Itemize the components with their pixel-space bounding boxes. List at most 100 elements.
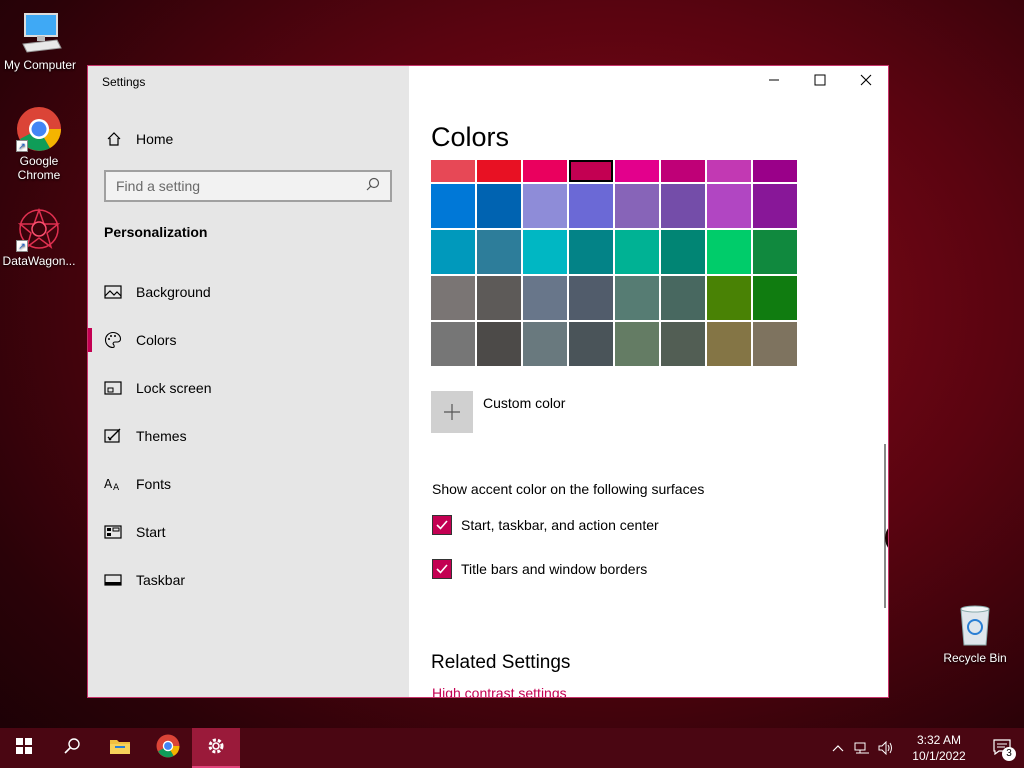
color-swatch[interactable] (753, 160, 797, 182)
svg-text:A: A (113, 483, 120, 492)
checkbox-checked-icon (432, 559, 452, 579)
color-swatch[interactable] (615, 322, 659, 366)
settings-sidebar: Settings Home Find a setting Personaliza… (88, 66, 409, 697)
settings-content: Colors Custom color Show accent color on… (409, 66, 888, 697)
color-swatch[interactable] (523, 184, 567, 228)
palette-icon (104, 331, 122, 349)
color-swatch[interactable] (569, 184, 613, 228)
color-swatch[interactable] (569, 160, 613, 182)
custom-color-button[interactable]: Custom color (431, 391, 565, 433)
shortcut-arrow-icon: ↗ (16, 240, 28, 252)
desktop-icon-label: DataWagon... (2, 254, 76, 268)
taskbar-file-explorer[interactable] (96, 728, 144, 768)
sidebar-item-lock-screen[interactable]: Lock screen (88, 364, 409, 412)
color-swatch[interactable] (523, 160, 567, 182)
taskbar-clock[interactable]: 3:32 AM 10/1/2022 (904, 732, 974, 764)
svg-text:A: A (104, 477, 113, 491)
volume-icon[interactable] (874, 741, 898, 755)
high-contrast-link[interactable]: High contrast settings (432, 685, 567, 697)
maximize-button[interactable] (797, 66, 843, 98)
desktop-icon-my-computer[interactable]: My Computer (0, 10, 80, 72)
file-explorer-icon (109, 737, 131, 760)
lock-screen-icon (104, 379, 122, 397)
color-swatch[interactable] (753, 276, 797, 320)
sidebar-item-label: Themes (136, 428, 187, 444)
network-icon[interactable] (850, 741, 874, 755)
color-swatch[interactable] (707, 184, 751, 228)
color-swatch[interactable] (615, 276, 659, 320)
color-swatch[interactable] (707, 276, 751, 320)
sidebar-item-background[interactable]: Background (88, 268, 409, 316)
checkbox-checked-icon (432, 515, 452, 535)
color-swatch[interactable] (661, 322, 705, 366)
color-swatch[interactable] (431, 184, 475, 228)
color-swatch[interactable] (431, 322, 475, 366)
sidebar-item-label: Colors (136, 332, 177, 348)
search-input[interactable]: Find a setting (104, 170, 392, 202)
search-icon (366, 177, 380, 196)
color-swatch[interactable] (523, 322, 567, 366)
close-button[interactable] (843, 66, 888, 98)
color-swatch[interactable] (431, 276, 475, 320)
sidebar-item-start[interactable]: Start (88, 508, 409, 556)
color-swatch[interactable] (661, 230, 705, 274)
search-placeholder: Find a setting (116, 178, 201, 194)
color-swatch[interactable] (477, 230, 521, 274)
action-center-button[interactable]: 3 (980, 728, 1024, 768)
taskbar-search-button[interactable] (48, 728, 96, 768)
sidebar-home[interactable]: Home (104, 128, 173, 150)
color-swatch[interactable] (569, 322, 613, 366)
checkbox-title-bars[interactable]: Title bars and window borders (432, 559, 647, 579)
surfaces-heading: Show accent color on the following surfa… (432, 481, 705, 497)
desktop-icon-recycle-bin[interactable]: Recycle Bin (940, 603, 1010, 665)
system-tray: 3:32 AM 10/1/2022 3 (826, 728, 1024, 768)
settings-window: Settings Home Find a setting Personaliza… (87, 65, 889, 698)
color-swatch[interactable] (615, 160, 659, 182)
desktop-icon-datawagon[interactable]: ↗ DataWagon... (0, 206, 79, 268)
color-swatch[interactable] (523, 276, 567, 320)
taskbar-settings[interactable] (192, 728, 240, 768)
sidebar-item-taskbar[interactable]: Taskbar (88, 556, 409, 604)
color-swatch[interactable] (569, 276, 613, 320)
taskbar-icon (104, 571, 122, 589)
color-swatch[interactable] (615, 230, 659, 274)
notification-count-badge: 3 (1002, 747, 1016, 761)
color-swatch[interactable] (661, 184, 705, 228)
color-swatch[interactable] (753, 230, 797, 274)
color-swatch[interactable] (753, 184, 797, 228)
desktop-icon-google-chrome[interactable]: ↗ Google Chrome (0, 106, 79, 182)
color-swatch[interactable] (523, 230, 567, 274)
sidebar-item-label: Background (136, 284, 211, 300)
color-swatch[interactable] (477, 160, 521, 182)
minimize-button[interactable] (751, 66, 797, 98)
windows-start-icon (16, 737, 32, 759)
color-swatch[interactable] (707, 322, 751, 366)
sidebar-item-fonts[interactable]: AA Fonts (88, 460, 409, 508)
color-swatch[interactable] (615, 184, 659, 228)
color-swatch-grid (431, 160, 801, 366)
sidebar-item-colors[interactable]: Colors (88, 316, 409, 364)
sidebar-item-label: Lock screen (136, 380, 212, 396)
shortcut-arrow-icon: ↗ (16, 140, 28, 152)
sidebar-item-themes[interactable]: Themes (88, 412, 409, 460)
taskbar-chrome[interactable] (144, 728, 192, 768)
color-swatch[interactable] (661, 160, 705, 182)
checkbox-start-taskbar[interactable]: Start, taskbar, and action center (432, 515, 659, 535)
color-swatch[interactable] (431, 160, 475, 182)
clock-time: 3:32 AM (916, 733, 962, 747)
start-button[interactable] (0, 728, 48, 768)
color-swatch[interactable] (707, 230, 751, 274)
sidebar-nav: Background Colors Lock screen Themes A A… (88, 268, 409, 604)
chevron-up-icon[interactable] (826, 744, 850, 752)
color-swatch[interactable] (477, 276, 521, 320)
color-swatch[interactable] (477, 322, 521, 366)
color-swatch[interactable] (477, 184, 521, 228)
datawagon-logo-icon: ↗ (16, 206, 62, 252)
color-swatch[interactable] (661, 276, 705, 320)
color-swatch[interactable] (569, 230, 613, 274)
color-swatch[interactable] (707, 160, 751, 182)
settings-gear-icon (206, 736, 226, 761)
color-swatch[interactable] (431, 230, 475, 274)
color-swatch[interactable] (753, 322, 797, 366)
scrollbar[interactable] (884, 444, 886, 608)
